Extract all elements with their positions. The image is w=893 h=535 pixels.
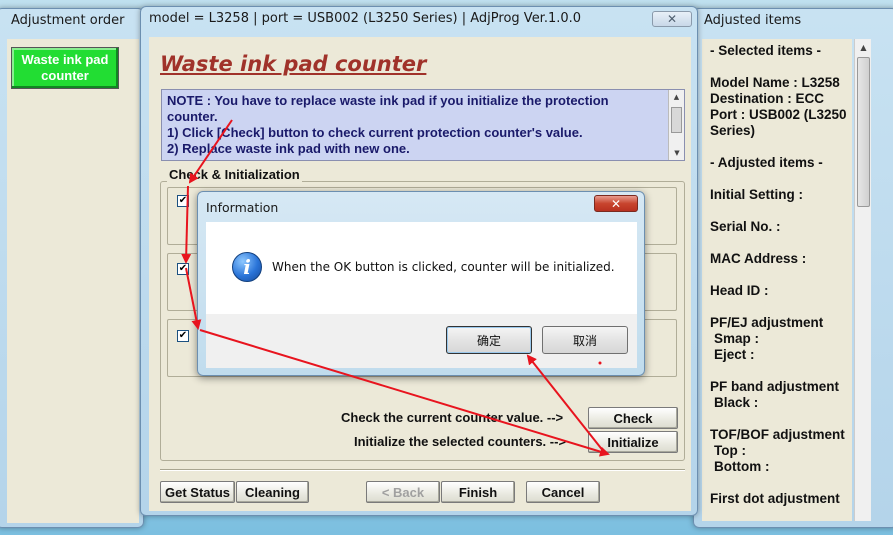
adjusted-item-line: Top : <box>714 443 746 458</box>
dialog-body: i When the OK button is clicked, counter… <box>206 222 637 314</box>
check-prompt: Check the current counter value. --> <box>341 410 564 425</box>
dialog-close-button[interactable]: ✕ <box>594 195 638 212</box>
main-window-title: model = L3258 | port = USB002 (L3250 Ser… <box>149 11 582 26</box>
finish-button[interactable]: Finish <box>441 481 515 503</box>
adjusted-item-line: Initial Setting : <box>710 187 803 202</box>
right-scrollbar[interactable]: ▲ <box>854 39 871 521</box>
close-icon: ✕ <box>610 196 622 211</box>
note-scroll-thumb[interactable] <box>671 107 682 133</box>
adjusted-item-line: Eject : <box>714 347 755 362</box>
initialize-button[interactable]: Initialize <box>588 431 678 453</box>
note-line-3: 1) Click [Check] button to check current… <box>167 125 583 140</box>
note-line-1: NOTE : You have to replace waste ink pad… <box>167 93 609 108</box>
get-status-button[interactable]: Get Status <box>160 481 235 503</box>
note-scroll-up-icon[interactable]: ▲ <box>669 90 684 104</box>
dialog-footer: 确定 取消 <box>206 314 637 368</box>
note-line-2: counter. <box>167 109 218 124</box>
cleaning-button[interactable]: Cleaning <box>236 481 309 503</box>
note-line-4: 2) Replace waste ink pad with new one. <box>167 141 410 156</box>
adjusted-item-line: Serial No. : <box>710 219 781 234</box>
adjusted-item-line: PF band adjustment <box>710 379 840 394</box>
main-close-button[interactable]: ✕ <box>652 11 692 27</box>
scroll-up-arrow[interactable]: ▲ <box>855 39 872 56</box>
information-dialog: Information ✕ i When the OK button is cl… <box>197 191 645 376</box>
info-glyph: i <box>243 255 251 279</box>
adjusted-items-client: - Selected items - Model Name : L3258 Dest… <box>702 39 852 521</box>
close-icon: ✕ <box>666 12 678 26</box>
adjusted-item-line: TOF/BOF adjustment <box>710 427 845 442</box>
adjustment-order-window: Adjustment order Waste ink pad counter <box>0 8 144 528</box>
check-button[interactable]: Check <box>588 407 678 429</box>
note-scroll-down-icon[interactable]: ▼ <box>669 146 685 160</box>
adjusted-item-line: First dot adjustment <box>710 491 840 506</box>
adjusted-item-line: Bottom : <box>714 459 770 474</box>
adjusted-item-line: Black : <box>714 395 759 410</box>
adjustment-order-client: Waste ink pad counter <box>7 39 139 523</box>
dialog-cancel-button[interactable]: 取消 <box>542 326 628 354</box>
waste-ink-pad-counter-button[interactable]: Waste ink pad counter <box>11 47 119 89</box>
adjusted-item-line: Smap : <box>714 331 760 346</box>
adjusted-item-line: Port : USB002 (L3250 <box>710 107 847 122</box>
adjusted-item-line: - Selected items - <box>710 43 822 58</box>
adjusted-items-list: - Selected items - Model Name : L3258 Dest… <box>702 39 852 521</box>
adjusted-item-line: - Adjusted items - <box>710 155 823 170</box>
dialog-ok-button[interactable]: 确定 <box>446 326 532 354</box>
counter-checkbox-3[interactable]: ✔ <box>177 330 189 342</box>
footer-divider <box>160 469 685 471</box>
waste-ink-pad-counter-label: Waste ink pad counter <box>21 52 109 83</box>
adjusted-items-window: Adjusted items - Selected items - Model N… <box>693 8 893 528</box>
adjusted-item-line: MAC Address : <box>710 251 807 266</box>
adjusted-item-line: PF/EJ adjustment <box>710 315 824 330</box>
adjustment-order-title: Adjustment order <box>11 13 125 28</box>
adjusted-item-line: Destination : ECC <box>710 91 825 106</box>
dialog-title: Information <box>206 200 279 215</box>
counter-checkbox-1[interactable]: ✔ <box>177 195 189 207</box>
adjusted-item-line: Head ID : <box>710 283 769 298</box>
adjusted-items-title: Adjusted items <box>704 13 802 28</box>
counter-checkbox-2[interactable]: ✔ <box>177 263 189 275</box>
page-heading: Waste ink pad counter <box>160 52 427 76</box>
adjusted-item-line: Series) <box>710 123 756 138</box>
dialog-message: When the OK button is clicked, counter w… <box>272 260 615 274</box>
init-prompt: Initialize the selected counters. --> <box>354 434 567 449</box>
note-box: NOTE : You have to replace waste ink pad… <box>161 89 685 161</box>
back-button[interactable]: < Back <box>366 481 440 503</box>
check-init-group-title: Check & Initialization <box>167 167 302 182</box>
adjusted-item-line: Model Name : L3258 <box>710 75 840 90</box>
note-scrollbar[interactable]: ▲ ▼ <box>668 90 684 160</box>
scroll-thumb[interactable] <box>857 57 870 207</box>
cancel-button[interactable]: Cancel <box>526 481 600 503</box>
info-icon: i <box>232 252 262 282</box>
